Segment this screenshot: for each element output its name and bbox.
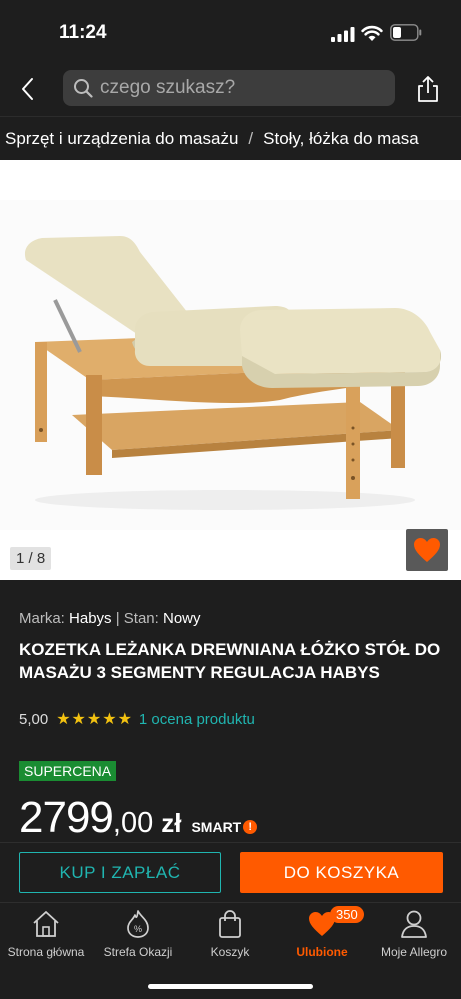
signal-icon [331,27,355,42]
breadcrumb: Sprzęt i urządzenia do masażu / Stoły, ł… [0,116,461,160]
search-icon [74,79,93,98]
cart-icon [219,910,241,938]
user-icon [401,910,427,938]
nav-label: Koszyk [210,945,250,959]
reviews-link[interactable]: 1 ocena produktu [139,711,255,728]
product-info: Marka: Habys | Stan: Nowy KOZETKA LEŻANK… [0,580,461,842]
deals-icon: % [127,910,149,938]
nav-item-home[interactable]: Strona główna [0,909,92,965]
brand-value[interactable]: Habys [69,610,112,627]
action-bar: KUP I ZAPŁAĆ DO KOSZYKA [0,842,461,902]
price-integer: 2799 [19,793,114,842]
smart-badge[interactable]: SMART ! [191,819,258,835]
heart-icon [414,538,440,562]
price: 2799 ,00 zł SMART ! [19,793,258,843]
price-decimal: ,00 [112,807,154,839]
product-title: KOZETKA LEŻANKA DREWNIANA ŁÓŻKO STÓŁ DO … [19,640,441,682]
nav-item-deals[interactable]: % Strefa Okazji [92,909,184,965]
add-to-cart-button[interactable]: DO KOSZYKA [240,852,443,893]
rating: 5,00 ★★★★★ 1 ocena produktu [19,709,255,729]
bottom-nav: Strona główna % Strefa Okazji Koszyk 350… [0,902,461,999]
price-currency: zł [161,808,182,838]
status-time: 11:24 [59,22,107,43]
nav-item-cart[interactable]: Koszyk [184,909,276,965]
share-button[interactable] [412,70,444,108]
breadcrumb-separator: / [248,129,254,148]
home-indicator[interactable] [148,984,313,989]
share-icon [418,76,438,102]
product-image [0,200,461,530]
status-bar: 11:24 [0,0,461,62]
smart-label: SMART [191,819,242,835]
gallery-counter: 1 / 8 [10,547,52,570]
meta-separator: | [115,610,120,627]
condition-value: Nowy [163,610,201,627]
nav-label: Ulubione [296,945,348,959]
battery-icon [390,24,422,41]
nav-label: Moje Allegro [380,945,448,959]
nav-label: Strona główna [7,945,85,959]
buy-now-button[interactable]: KUP I ZAPŁAĆ [19,852,221,893]
search-header: czego szukasz? [0,62,461,116]
brand-label: Marka: [19,610,65,627]
nav-item-my-allegro[interactable]: Moje Allegro [368,909,460,965]
back-button[interactable] [12,70,42,108]
svg-text:%: % [134,924,142,934]
product-meta: Marka: Habys | Stan: Nowy [19,610,201,627]
supercena-badge: SUPERCENA [19,761,117,781]
breadcrumb-item-subcategory[interactable]: Stoły, łóżka do masa [263,129,419,149]
chevron-left-icon [22,78,33,100]
nav-label: Strefa Okazji [103,945,173,959]
product-gallery[interactable]: 1 / 8 [0,160,461,580]
rating-value: 5,00 [19,710,49,728]
smart-info-icon: ! [243,820,258,834]
wifi-icon [361,25,383,41]
rating-stars: ★★★★★ [56,711,133,728]
breadcrumb-item-category[interactable]: Sprzęt i urządzenia do masażu [5,129,238,149]
search-placeholder: czego szukasz? [100,77,236,98]
nav-item-favorites[interactable]: 350 Ulubione [276,906,368,965]
search-input[interactable]: czego szukasz? [63,70,395,106]
favorites-count-badge: 350 [330,906,364,923]
condition-label: Stan: [123,610,159,627]
favorite-button[interactable] [406,529,448,571]
home-icon [33,911,59,937]
